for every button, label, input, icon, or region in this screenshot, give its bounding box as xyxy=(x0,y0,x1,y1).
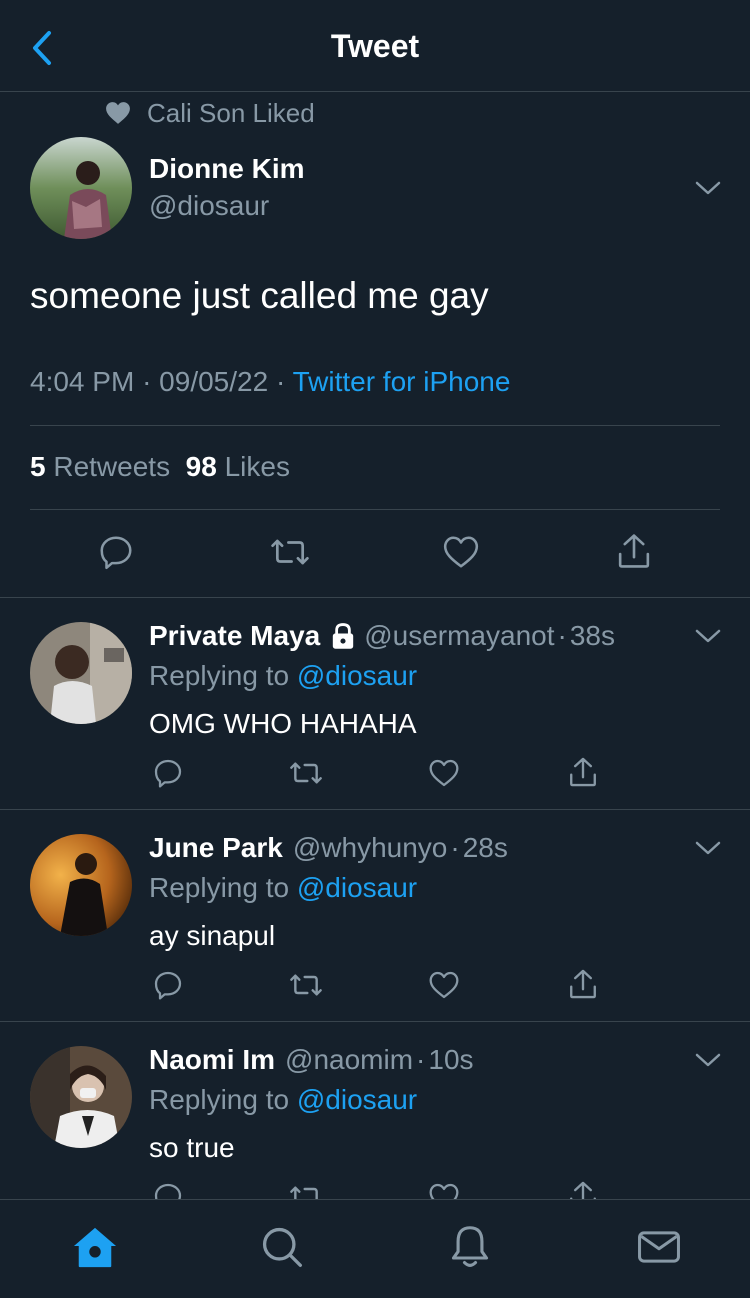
chevron-down-icon[interactable] xyxy=(694,838,722,858)
share-icon xyxy=(570,969,596,999)
like-button[interactable] xyxy=(427,968,461,1002)
retweet-button[interactable] xyxy=(268,532,312,572)
reply-icon xyxy=(154,971,182,1000)
share-button[interactable] xyxy=(566,754,600,790)
meta-separator: · xyxy=(557,620,567,651)
tab-messages[interactable] xyxy=(634,1222,684,1272)
tab-notifications[interactable] xyxy=(445,1222,495,1272)
like-button[interactable] xyxy=(441,532,481,572)
tweet-source-link[interactable]: Twitter for iPhone xyxy=(293,366,511,397)
meta-separator: · xyxy=(416,1044,426,1075)
avatar[interactable] xyxy=(30,137,132,239)
avatar[interactable] xyxy=(30,622,132,724)
reply-author-handle[interactable]: @naomim xyxy=(285,1044,413,1076)
author-handle[interactable]: @diosaur xyxy=(149,190,269,222)
tweet-text: someone just called me gay xyxy=(30,275,489,316)
avatar[interactable] xyxy=(30,1046,132,1148)
page-title: Tweet xyxy=(330,28,420,64)
reply-tweet[interactable]: June Park @whyhunyo · 28s Replying to @d… xyxy=(0,810,750,1021)
replying-to-label: Replying to xyxy=(149,872,290,903)
avatar-photo xyxy=(30,137,132,239)
meta-separator: · xyxy=(275,366,286,397)
reply-header: June Park @whyhunyo · 28s xyxy=(149,832,508,864)
reply-author-handle[interactable]: @whyhunyo xyxy=(293,832,448,864)
search-icon xyxy=(262,1227,302,1267)
meta-separator: · xyxy=(450,832,460,863)
avatar-photo xyxy=(30,834,132,936)
heart-icon xyxy=(106,102,130,124)
share-icon xyxy=(570,757,596,787)
reply-icon xyxy=(100,536,132,570)
tab-home[interactable] xyxy=(70,1222,120,1272)
reply-time: 28s xyxy=(462,832,508,863)
reply-icon xyxy=(154,759,182,788)
like-count-link[interactable]: 98 Likes xyxy=(186,451,290,482)
reply-text: ay sinapul xyxy=(149,920,276,951)
avatar-photo xyxy=(30,1046,132,1148)
reply-button[interactable] xyxy=(151,756,185,790)
like-icon xyxy=(429,971,459,999)
retweet-button[interactable] xyxy=(287,968,325,1002)
author-name[interactable]: Dionne Kim xyxy=(149,153,305,185)
retweet-icon xyxy=(290,974,322,996)
reply-time: 10s xyxy=(428,1044,474,1075)
retweet-icon xyxy=(271,539,309,565)
retweet-icon xyxy=(290,762,322,784)
replying-to: Replying to @diosaur xyxy=(149,872,417,904)
social-context[interactable]: Cali Son Liked xyxy=(105,96,315,130)
reply-tweet[interactable]: Private Maya @usermayanot · 38s Replying… xyxy=(0,598,750,809)
divider xyxy=(30,425,720,426)
share-icon xyxy=(618,534,650,568)
like-button[interactable] xyxy=(427,756,461,790)
reply-header: Private Maya @usermayanot · 38s xyxy=(149,620,615,652)
chevron-down-icon[interactable] xyxy=(694,626,722,646)
reply-button[interactable] xyxy=(151,968,185,1002)
retweet-count-link[interactable]: 5 Retweets xyxy=(30,451,170,482)
meta-separator: · xyxy=(142,366,152,397)
divider xyxy=(30,509,720,510)
tweet-meta: 4:04 PM · 09/05/22 · Twitter for iPhone xyxy=(30,366,510,398)
social-context-label: Cali Son Liked xyxy=(147,97,315,128)
tweet-time: 4:04 PM xyxy=(30,366,135,397)
replying-to: Replying to @diosaur xyxy=(149,660,417,692)
replying-to-label: Replying to xyxy=(149,1084,290,1115)
chevron-down-icon[interactable] xyxy=(694,1050,722,1070)
tweet-stats: 5 Retweets 98 Likes xyxy=(30,451,290,483)
replying-to-label: Replying to xyxy=(149,660,290,691)
chevron-down-icon[interactable] xyxy=(694,178,722,198)
retweet-count-label: Retweets xyxy=(53,451,171,482)
notifications-icon xyxy=(451,1226,489,1267)
share-button[interactable] xyxy=(614,530,654,572)
lock-icon xyxy=(333,623,354,649)
replying-to-link[interactable]: @diosaur xyxy=(297,660,417,691)
top-nav-bar: Tweet xyxy=(0,0,750,92)
replying-to-link[interactable]: @diosaur xyxy=(297,872,417,903)
reply-author-handle[interactable]: @usermayanot xyxy=(364,620,554,652)
home-icon xyxy=(73,1227,117,1268)
tab-search[interactable] xyxy=(257,1222,307,1272)
like-count-label: Likes xyxy=(224,451,290,482)
replying-to-link[interactable]: @diosaur xyxy=(297,1084,417,1115)
like-icon xyxy=(429,759,459,787)
reply-header: Naomi Im @naomim · 10s xyxy=(149,1044,474,1076)
reply-text: OMG WHO HAHAHA xyxy=(149,708,417,739)
tweet-date: 09/05/22 xyxy=(159,366,269,397)
reply-time: 38s xyxy=(569,620,615,651)
reply-author-name[interactable]: June Park xyxy=(149,832,283,864)
avatar-photo xyxy=(30,622,132,724)
share-button[interactable] xyxy=(566,966,600,1002)
replying-to: Replying to @diosaur xyxy=(149,1084,417,1116)
retweet-button[interactable] xyxy=(287,756,325,790)
reply-author-name[interactable]: Private Maya xyxy=(149,620,320,652)
reply-button[interactable] xyxy=(96,532,136,572)
avatar[interactable] xyxy=(30,834,132,936)
bottom-tab-bar xyxy=(0,1199,750,1298)
retweet-count: 5 xyxy=(30,451,46,482)
reply-text: so true xyxy=(149,1132,235,1163)
reply-author-name[interactable]: Naomi Im xyxy=(149,1044,275,1076)
like-count: 98 xyxy=(185,451,217,482)
like-icon xyxy=(443,536,479,568)
messages-icon xyxy=(638,1231,680,1263)
